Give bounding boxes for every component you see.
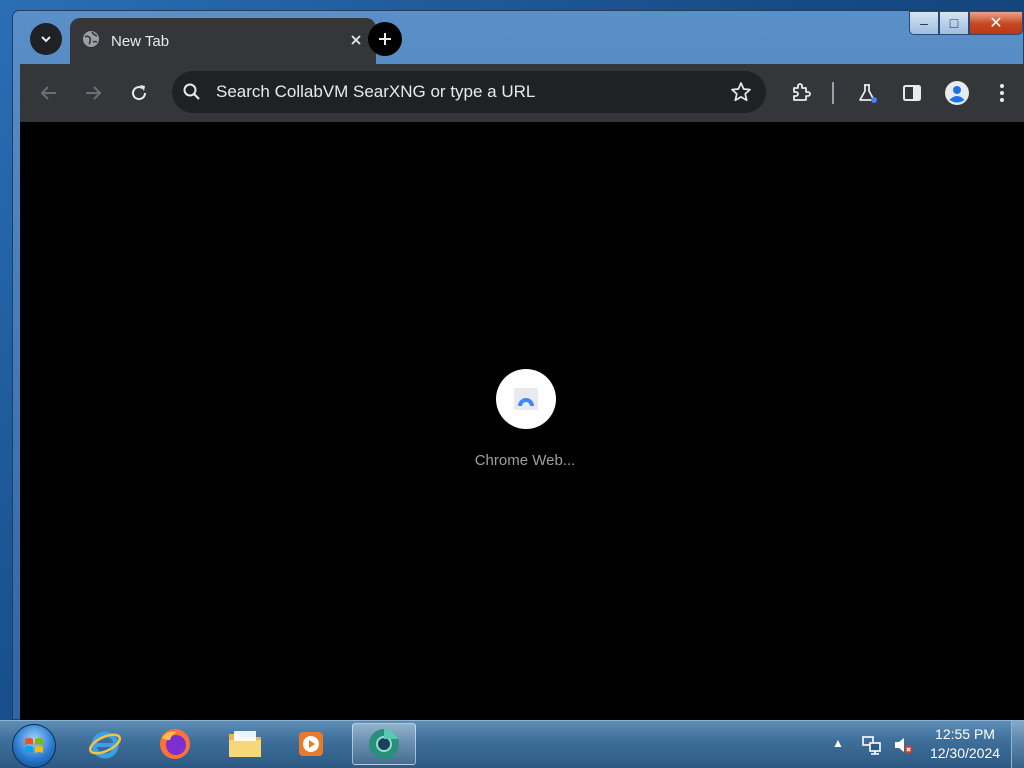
labs-button[interactable] bbox=[852, 78, 882, 108]
minimize-button[interactable]: – bbox=[909, 11, 939, 35]
profile-button[interactable] bbox=[942, 78, 972, 108]
forward-button[interactable] bbox=[78, 78, 108, 108]
chrome-web-store-tile[interactable] bbox=[496, 369, 556, 429]
chevron-down-icon bbox=[41, 36, 51, 43]
media-player-icon bbox=[299, 732, 323, 756]
network-icon[interactable] bbox=[861, 734, 883, 756]
taskbar-chrome[interactable] bbox=[352, 723, 416, 765]
toolbar-divider bbox=[832, 82, 834, 104]
maximize-button[interactable]: □ bbox=[939, 11, 969, 35]
clock-time: 12:55 PM bbox=[935, 726, 995, 742]
taskbar-internet-explorer[interactable] bbox=[76, 723, 134, 765]
back-button[interactable] bbox=[34, 78, 64, 108]
extensions-button[interactable] bbox=[786, 78, 816, 108]
internet-explorer-icon bbox=[88, 731, 122, 759]
firefox-icon bbox=[160, 729, 190, 759]
taskbar-media-player[interactable] bbox=[282, 723, 340, 765]
show-desktop-button[interactable] bbox=[1011, 721, 1024, 768]
taskbar: ▲ 12:55 PM 12/30/2024 bbox=[0, 720, 1024, 768]
volume-muted-icon[interactable] bbox=[892, 734, 914, 756]
new-tab-button[interactable] bbox=[368, 22, 402, 56]
chrome-icon bbox=[369, 729, 399, 759]
show-hidden-icons-button[interactable]: ▲ bbox=[832, 736, 844, 750]
forward-arrow-icon bbox=[86, 86, 102, 100]
more-menu-button[interactable] bbox=[987, 78, 1017, 108]
back-arrow-icon bbox=[40, 86, 56, 100]
system-clock[interactable]: 12:55 PM 12/30/2024 bbox=[920, 725, 1010, 763]
more-menu-icon bbox=[1000, 84, 1004, 102]
omnibox[interactable] bbox=[172, 71, 766, 113]
page-content: Chrome Web... bbox=[20, 122, 1024, 720]
globe-icon bbox=[83, 31, 99, 47]
plus-icon bbox=[379, 33, 391, 45]
close-icon bbox=[351, 35, 361, 45]
taskbar-file-explorer[interactable] bbox=[216, 723, 274, 765]
tab-title: New Tab bbox=[111, 33, 170, 50]
search-icon bbox=[183, 83, 200, 100]
close-button[interactable]: ✕ bbox=[969, 11, 1023, 35]
window-controls: – □ ✕ bbox=[909, 11, 1023, 37]
reload-icon bbox=[132, 85, 147, 101]
profile-avatar-icon bbox=[945, 81, 969, 105]
taskbar-firefox[interactable] bbox=[146, 723, 204, 765]
tab-strip: New Tab bbox=[14, 14, 902, 64]
labs-flask-icon bbox=[859, 84, 877, 103]
file-explorer-icon bbox=[229, 731, 261, 757]
side-panel-icon bbox=[903, 85, 921, 101]
windows-logo-icon bbox=[25, 738, 43, 753]
reload-button[interactable] bbox=[124, 78, 154, 108]
extensions-icon bbox=[793, 83, 811, 101]
tab-search-button[interactable] bbox=[30, 23, 62, 55]
bookmark-star-icon[interactable] bbox=[730, 81, 752, 103]
side-panel-button[interactable] bbox=[897, 78, 927, 108]
tab-new-tab[interactable]: New Tab bbox=[70, 18, 376, 64]
address-input[interactable] bbox=[216, 71, 696, 113]
browser-toolbar bbox=[20, 64, 1024, 122]
loading-label: Chrome Web... bbox=[474, 452, 576, 469]
start-button[interactable] bbox=[12, 724, 56, 768]
clock-date: 12/30/2024 bbox=[929, 745, 1001, 761]
tab-close-button[interactable] bbox=[346, 30, 366, 50]
chrome-web-store-icon bbox=[514, 388, 538, 410]
